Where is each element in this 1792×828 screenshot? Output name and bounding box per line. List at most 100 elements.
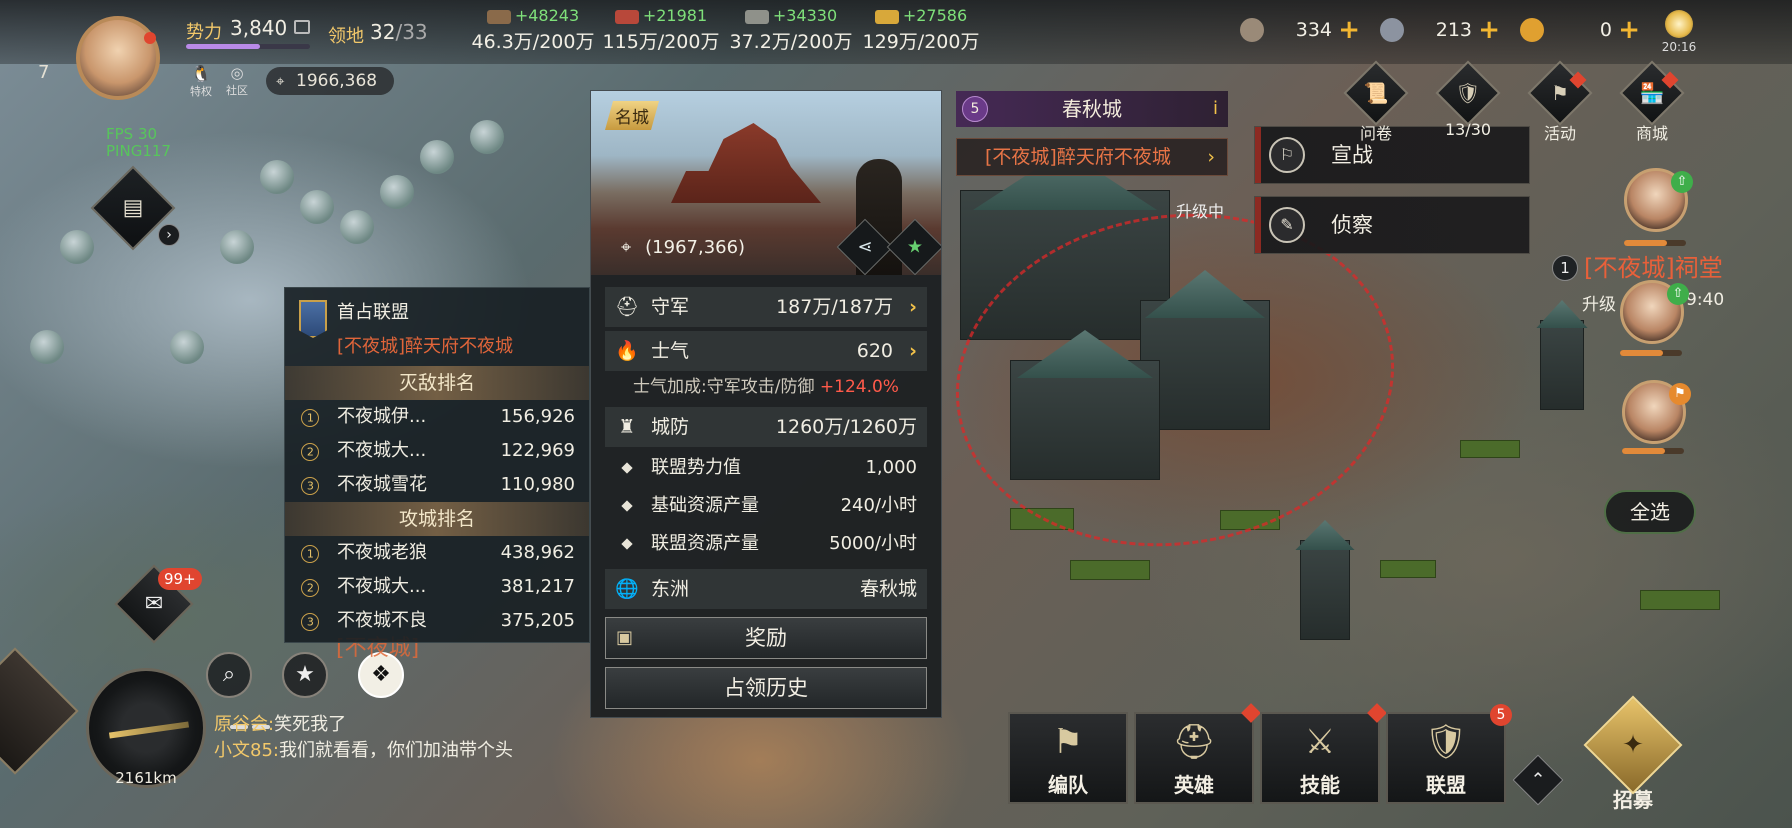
bottom-menu-button[interactable]: ⚑ 编队 [1008, 712, 1128, 804]
morale-bonus: 士气加成:守军攻击/防御 +124.0% [591, 371, 941, 403]
add-currency-button[interactable]: + [1338, 14, 1360, 46]
rank-score: 381,217 [500, 576, 575, 597]
bottom-menu-button[interactable]: 5 🛡 联盟 [1386, 704, 1512, 804]
alliance-power-row: 联盟势力值 1,000 [605, 451, 927, 485]
city-owner-banner[interactable]: [不夜城]醉天府不夜城 › [956, 138, 1228, 176]
sun-icon [1665, 10, 1693, 38]
tree [220, 230, 254, 264]
rank-row[interactable]: 1 不夜城伊... 156,926 [285, 400, 589, 434]
reward-button[interactable]: ▣ 奖励 [605, 617, 927, 659]
compass-needle [108, 721, 190, 739]
star-icon: ★ [906, 236, 924, 258]
siege-ranking-title: 攻城排名 [285, 502, 589, 536]
rank-row[interactable]: 1 不夜城老狼 438,962 [285, 536, 589, 570]
morale-bonus-pct: +124.0% [819, 377, 899, 397]
city-ranking-panel: 首占联盟 [不夜城]醉天府不夜城 灭敌排名 1 不夜城伊... 156,926 2… [284, 287, 590, 643]
hero-avatar-2[interactable]: ⇧ [1620, 280, 1689, 344]
garrison-value: 187万/187万 [776, 296, 893, 318]
chevron-right-icon: › [909, 340, 917, 362]
tower [1300, 540, 1350, 640]
morale-row[interactable]: 🔥 士气 620 › [605, 331, 927, 371]
chat-sender: 原谷会: [214, 714, 275, 735]
rank-row[interactable]: 3 不夜城雪花 110,980 [285, 468, 589, 502]
resource-counter[interactable]: +21981 115万/200万 [586, 6, 736, 54]
power-detail-icon[interactable] [294, 20, 310, 34]
hall-number: 1 [1552, 255, 1578, 281]
hedge [1460, 440, 1520, 458]
resource-icon [486, 9, 511, 24]
chat-sender: 小文85: [214, 740, 279, 761]
rank-score: 156,926 [500, 406, 575, 427]
info-icon[interactable]: ⅰ [1213, 91, 1218, 127]
penguin-icon: 🐧 [191, 64, 211, 83]
bottom-menu-label: 技能 [1300, 773, 1340, 797]
resource-counter[interactable]: +34330 37.2万/200万 [716, 6, 866, 54]
fps-label: FPS 30 [106, 125, 158, 143]
city-coords[interactable]: ⌖ (1967,366) [621, 237, 745, 258]
search-button[interactable]: ⌕ [206, 652, 252, 698]
menu-icon: 📜 [1343, 60, 1409, 126]
city-name-banner[interactable]: 5 春秋城 ⅰ [956, 91, 1228, 127]
currency-icon [1380, 18, 1404, 42]
right-menu-item[interactable]: ⚑ 活动 [1526, 60, 1594, 144]
menu-icon: ⚑ [1527, 60, 1593, 126]
upgrade-status-label: 升级 [1582, 295, 1616, 315]
resource-amount: 37.2万/200万 [729, 31, 853, 53]
right-menu-item[interactable]: 📜 问卷 [1342, 60, 1410, 144]
scout-button[interactable]: ✎ 侦察 [1254, 196, 1530, 254]
compass-button[interactable]: 2161km [86, 668, 206, 788]
defense-label: 城防 [651, 416, 690, 438]
menu-icon: 🛡 [1435, 60, 1501, 126]
region-label: 东洲 [651, 578, 690, 600]
territory-value[interactable]: 32/33 [370, 20, 428, 44]
hero-avatar-3[interactable]: ⚑ [1622, 380, 1691, 444]
rank-player-name: 不夜城大... [337, 576, 427, 597]
bottom-menu-icon: ⚔ [1304, 722, 1336, 762]
bottom-menu-button[interactable]: ⚔ 技能 [1260, 703, 1387, 804]
chat-feed[interactable]: 原谷会:笑死我了 小文85:我们就看看，你们加油带个头 [214, 712, 634, 764]
city-level-badge: 5 [962, 96, 988, 122]
hall-name: [不夜城]祠堂 [1584, 254, 1723, 282]
right-menu-item[interactable]: 🛡 13/30 [1434, 60, 1502, 139]
bottom-menu-button[interactable]: ⛑ 英雄 [1134, 703, 1261, 804]
resource-gain: +34330 [772, 6, 838, 25]
hero-avatar-1[interactable]: ⇧ [1624, 168, 1693, 232]
tree [420, 140, 454, 174]
rank-medal-icon: 3 [297, 473, 323, 499]
chat-message: 原谷会:笑死我了 [214, 712, 634, 738]
add-currency-button[interactable]: + [1478, 14, 1500, 46]
compass-distance: 2161km [115, 769, 177, 787]
chat-message: 小文85:我们就看看，你们加油带个头 [214, 738, 634, 764]
rank-row[interactable]: 2 不夜城大... 122,969 [285, 434, 589, 468]
favorites-button[interactable]: ★ [282, 652, 328, 698]
community-button[interactable]: ◎ 社区 [222, 64, 252, 98]
power-progress-fill [186, 44, 261, 49]
marker-grid-icon: ❖ [371, 662, 391, 687]
occupation-history-button[interactable]: 占领历史 [605, 667, 927, 709]
power-value[interactable]: 3,840 [230, 16, 287, 40]
add-currency-button[interactable]: + [1618, 14, 1640, 46]
resource-counter[interactable]: +27586 129万/200万 [846, 6, 996, 54]
first-alliance-name[interactable]: [不夜城]醉天府不夜城 [337, 332, 589, 358]
garrison-label: 守军 [651, 296, 690, 318]
first-alliance-section: 首占联盟 [不夜城]醉天府不夜城 [285, 288, 589, 366]
player-avatar[interactable] [76, 16, 160, 100]
upgrade-arrow-icon: ⇧ [1667, 283, 1689, 305]
select-all-button[interactable]: 全选 [1604, 490, 1696, 534]
chest-icon: ▣ [616, 627, 634, 648]
wall-icon: ♜ [618, 416, 636, 438]
power-progress-bar [186, 44, 310, 49]
recruit-button[interactable]: ✦ 招募 [1578, 695, 1688, 812]
garrison-row[interactable]: ⛑ 守军 187万/187万 › [605, 287, 927, 327]
flag-icon: ⚑ [1669, 383, 1691, 405]
rank-medal-icon: 3 [297, 609, 323, 635]
hero-progress-fill [1622, 448, 1666, 454]
player-coords[interactable]: ⌖ 1966,368 [266, 67, 394, 95]
rank-row[interactable]: 3 不夜城不良 375,205 [285, 604, 589, 638]
day-clock[interactable]: 20:16 [1654, 10, 1704, 54]
right-menu-item[interactable]: 🏪 商城 [1618, 60, 1686, 144]
rank-row[interactable]: 2 不夜城大... 381,217 [285, 570, 589, 604]
ancestral-hall-label[interactable]: 1 [不夜城]祠堂 [1552, 248, 1723, 283]
expand-chevron-icon[interactable]: › [158, 224, 180, 246]
privilege-button[interactable]: 🐧 特权 [186, 64, 216, 99]
